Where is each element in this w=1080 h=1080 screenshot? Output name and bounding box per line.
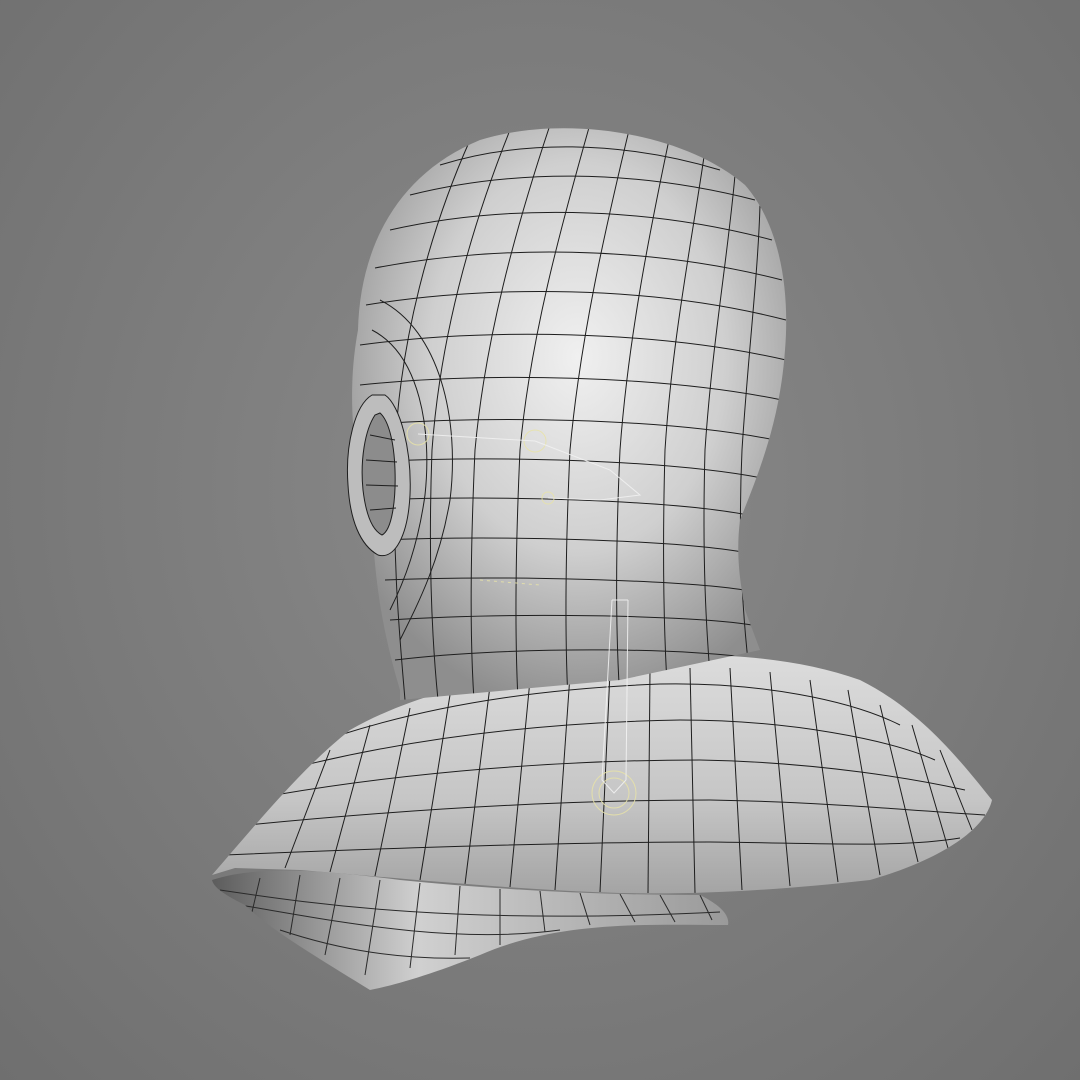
model-render <box>212 128 992 990</box>
3d-viewport[interactable] <box>0 0 1080 1080</box>
head-mesh <box>352 128 787 700</box>
